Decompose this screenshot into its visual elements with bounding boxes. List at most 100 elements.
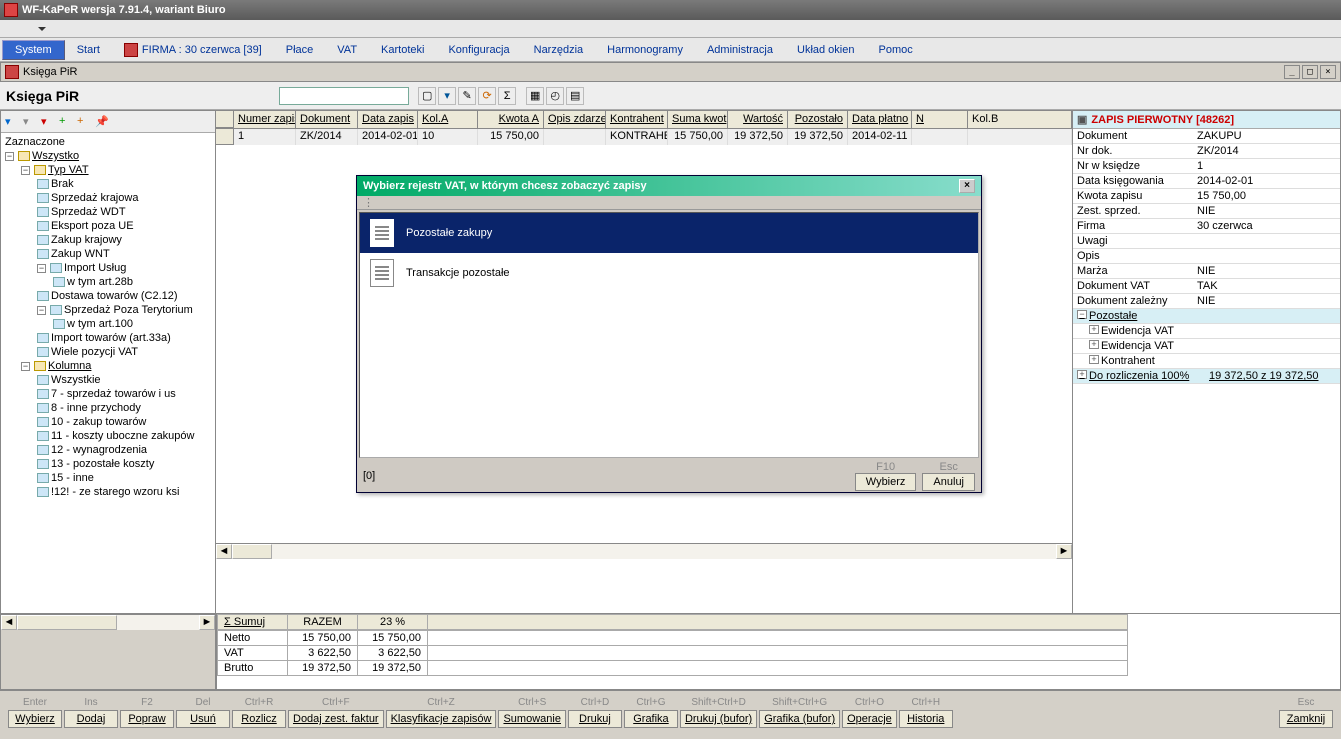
operacje-button[interactable]: Operacje: [842, 710, 897, 728]
maximize-button[interactable]: □: [1302, 65, 1318, 79]
col-numer[interactable]: Numer zapis: [234, 111, 296, 128]
tree-wszystko[interactable]: −Wszystko: [3, 149, 213, 163]
tree-sprzedaz-kraj[interactable]: Sprzedaż krajowa: [3, 191, 213, 205]
toolbar-btn-6[interactable]: ▦: [526, 87, 544, 105]
wybierz-button[interactable]: Wybierz: [855, 473, 917, 491]
tree-dostawa[interactable]: Dostawa towarów (C2.12): [3, 289, 213, 303]
grafika-bufor--button[interactable]: Grafika (bufor): [759, 710, 840, 728]
tree-eksport[interactable]: Eksport poza UE: [3, 219, 213, 233]
sumowanie-button[interactable]: Sumowanie: [498, 710, 565, 728]
col-opis[interactable]: Opis zdarzer: [544, 111, 606, 128]
col-wartosc[interactable]: Wartość: [728, 111, 788, 128]
tree-zakup-wnt[interactable]: Zakup WNT: [3, 247, 213, 261]
menu-vat[interactable]: VAT: [325, 41, 369, 59]
rozlicz-button[interactable]: Rozlicz: [232, 710, 286, 728]
detail-exp-row[interactable]: +Kontrahent: [1073, 354, 1340, 369]
tree-art28b[interactable]: w tym art.28b: [3, 275, 213, 289]
grafika-button[interactable]: Grafika: [624, 710, 678, 728]
list-item-pozostale-zakupy[interactable]: Pozostałe zakupy: [360, 213, 978, 253]
tree-scroll-left-icon[interactable]: ◄: [1, 615, 17, 630]
row-selector[interactable]: [216, 129, 234, 145]
toolbar-btn-3[interactable]: ✎: [458, 87, 476, 105]
popraw-button[interactable]: Popraw: [120, 710, 174, 728]
tree-kol-ex12[interactable]: !12! - ze starego wzoru ksi: [3, 485, 213, 499]
menu-kartoteki[interactable]: Kartoteki: [369, 41, 436, 59]
tree-scroll-right-icon[interactable]: ►: [199, 615, 215, 630]
tree-sprzedaz-poza[interactable]: −Sprzedaż Poza Terytorium: [3, 303, 213, 317]
scroll-right-icon[interactable]: ►: [1056, 544, 1072, 559]
anuluj-button[interactable]: Anuluj: [922, 473, 975, 491]
tree-art100[interactable]: w tym art.100: [3, 317, 213, 331]
dodaj-zest-faktur-button[interactable]: Dodaj zest. faktur: [288, 710, 384, 728]
tree-sprzedaz-wdt[interactable]: Sprzedaż WDT: [3, 205, 213, 219]
wybierz-button[interactable]: Wybierz: [8, 710, 62, 728]
tree-kol-15[interactable]: 15 - inne: [3, 471, 213, 485]
menu-uklad-okien[interactable]: Układ okien: [785, 41, 866, 59]
menu-administracja[interactable]: Administracja: [695, 41, 785, 59]
scroll-left-icon[interactable]: ◄: [216, 544, 232, 559]
tree-kol-13[interactable]: 13 - pozostałe koszty: [3, 457, 213, 471]
col-kolb[interactable]: Kol.B: [968, 111, 1072, 128]
tree-import-tow[interactable]: Import towarów (art.33a): [3, 331, 213, 345]
col-dataplat[interactable]: Data płatno: [848, 111, 912, 128]
table-row[interactable]: 1 ZK/2014 2014-02-01 10 15 750,00 KONTRA…: [216, 129, 1072, 145]
col-n[interactable]: N: [912, 111, 968, 128]
col-pozost[interactable]: Pozostało: [788, 111, 848, 128]
sumuj-button[interactable]: Σ Sumuj: [218, 615, 288, 630]
dodaj-button[interactable]: Dodaj: [64, 710, 118, 728]
horizontal-scrollbar[interactable]: ◄ ►: [216, 543, 1072, 559]
menu-place[interactable]: Płace: [274, 41, 326, 59]
menu-harmonogramy[interactable]: Harmonogramy: [595, 41, 695, 59]
minimize-button[interactable]: _: [1284, 65, 1300, 79]
toolbar-btn-4[interactable]: ⟳: [478, 87, 496, 105]
tree-wiele-poz[interactable]: Wiele pozycji VAT: [3, 345, 213, 359]
toolbar-btn-8[interactable]: ▤: [566, 87, 584, 105]
zamknij-button[interactable]: Zamknij: [1279, 710, 1333, 728]
col-dokument[interactable]: Dokument: [296, 111, 358, 128]
tree-body[interactable]: Zaznaczone −Wszystko −Typ VAT Brak Sprze…: [1, 133, 215, 613]
tree-kol-8[interactable]: 8 - inne przychody: [3, 401, 213, 415]
tree-kol-11[interactable]: 11 - koszty uboczne zakupów: [3, 429, 213, 443]
dropdown-icon[interactable]: [38, 27, 46, 31]
col-kontr[interactable]: Kontrahent: [606, 111, 668, 128]
toolbar-btn-7[interactable]: ◴: [546, 87, 564, 105]
col-kola[interactable]: Kol.A: [418, 111, 478, 128]
col-kwotaa[interactable]: Kwota A: [478, 111, 544, 128]
list-item-transakcje[interactable]: Transakcje pozostałe: [360, 253, 978, 293]
tree-kol-wszystkie[interactable]: Wszystkie: [3, 373, 213, 387]
filter-icon[interactable]: ▾: [5, 115, 19, 129]
tree-brak[interactable]: Brak: [3, 177, 213, 191]
search-input[interactable]: [279, 87, 409, 105]
menu-pomoc[interactable]: Pomoc: [866, 41, 924, 59]
klasyfikacje-zapis-w-button[interactable]: Klasyfikacje zapisów: [386, 710, 497, 728]
detail-exp-row[interactable]: +Ewidencja VAT: [1073, 324, 1340, 339]
filter-off-icon[interactable]: ▾: [23, 115, 37, 129]
tree-kol-10[interactable]: 10 - zakup towarów: [3, 415, 213, 429]
scroll-thumb[interactable]: [232, 544, 272, 559]
tree-zaznaczone[interactable]: Zaznaczone: [3, 135, 213, 149]
drukuj-button[interactable]: Drukuj: [568, 710, 622, 728]
tree-kolumna[interactable]: −Kolumna: [3, 359, 213, 373]
menu-start[interactable]: Start: [65, 41, 112, 59]
close-button[interactable]: ×: [1320, 65, 1336, 79]
menu-narzedzia[interactable]: Narzędzia: [522, 41, 596, 59]
tree-zakup-kraj[interactable]: Zakup krajowy: [3, 233, 213, 247]
tree-edit-icon[interactable]: +: [77, 115, 91, 129]
tree-import-uslug[interactable]: −Import Usług: [3, 261, 213, 275]
tree-kol-12[interactable]: 12 - wynagrodzenia: [3, 443, 213, 457]
detail-rozliczenia[interactable]: +Do rozliczenia 100%19 372,50 z 19 372,5…: [1073, 369, 1340, 384]
drukuj-bufor--button[interactable]: Drukuj (bufor): [680, 710, 757, 728]
toolbar-btn-1[interactable]: ▢: [418, 87, 436, 105]
toolbar-btn-5[interactable]: Σ: [498, 87, 516, 105]
filter-red-icon[interactable]: ▾: [41, 115, 55, 129]
pin-icon[interactable]: 📌: [95, 115, 109, 129]
detail-exp-row[interactable]: +Ewidencja VAT: [1073, 339, 1340, 354]
menu-system[interactable]: System: [2, 40, 65, 60]
tree-scrollbar[interactable]: ◄ ►: [1, 614, 215, 630]
modal-close-icon[interactable]: ×: [959, 179, 975, 193]
tree-kol-7[interactable]: 7 - sprzedaż towarów i us: [3, 387, 213, 401]
col-suma[interactable]: Suma kwot: [668, 111, 728, 128]
detail-pozostale[interactable]: −Pozostałe: [1073, 309, 1340, 324]
tree-scroll-thumb[interactable]: [17, 615, 117, 630]
usu--button[interactable]: Usuń: [176, 710, 230, 728]
